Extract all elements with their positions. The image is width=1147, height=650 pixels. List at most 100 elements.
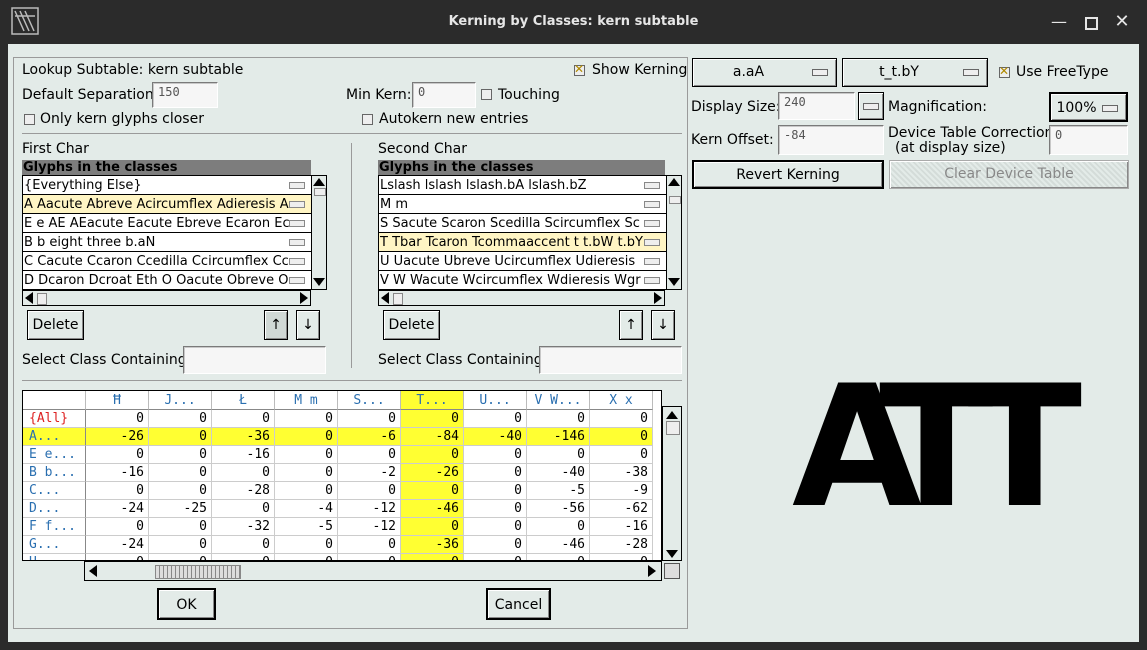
table-cell[interactable]: 0 (401, 446, 464, 464)
list-item[interactable]: C Cacute Ccaron Ccedilla Ccircumflex Cc (23, 252, 311, 271)
table-cell[interactable]: 0 (275, 410, 338, 428)
table-cell[interactable]: 0 (86, 446, 149, 464)
first-delete-button[interactable]: Delete (27, 310, 84, 340)
list-item[interactable]: {Everything Else} (23, 176, 311, 195)
table-cell[interactable]: 0 (464, 410, 527, 428)
second-glyph-dropdown[interactable]: t_t.bY (842, 58, 988, 87)
table-cell[interactable]: 0 (149, 446, 212, 464)
table-cell[interactable]: -40 (527, 464, 590, 482)
table-cell[interactable]: 0 (149, 518, 212, 536)
minimize-icon[interactable]: — (1049, 12, 1069, 32)
table-cell[interactable]: -36 (212, 428, 275, 446)
list-item[interactable]: M m (379, 195, 666, 214)
clear-device-table-button[interactable]: Clear Device Table (889, 160, 1129, 189)
scroll-thumb[interactable] (155, 565, 241, 579)
column-header[interactable]: M m (275, 391, 338, 410)
kern-offset-input[interactable]: -84 (778, 125, 884, 155)
table-cell[interactable]: 0 (212, 500, 275, 518)
table-cell[interactable]: 0 (527, 518, 590, 536)
min-kern-input[interactable]: 0 (412, 82, 476, 108)
table-cell[interactable]: 0 (464, 554, 527, 560)
kern-table-hscrollbar[interactable] (84, 561, 662, 581)
table-cell[interactable]: 0 (590, 410, 653, 428)
list-item[interactable]: T Tbar Tcaron Tcommaaccent t t.bW t.bY (379, 233, 666, 252)
table-cell[interactable]: 0 (149, 482, 212, 500)
table-cell[interactable]: 0 (464, 500, 527, 518)
table-cell[interactable]: -26 (401, 464, 464, 482)
table-cell[interactable]: -56 (527, 500, 590, 518)
table-cell[interactable]: 0 (149, 428, 212, 446)
table-cell[interactable]: -12 (338, 518, 401, 536)
table-cell[interactable]: -5 (275, 518, 338, 536)
table-cell[interactable]: 0 (464, 464, 527, 482)
table-cell[interactable]: 0 (275, 464, 338, 482)
table-cell[interactable]: 0 (527, 410, 590, 428)
table-cell[interactable]: 0 (149, 554, 212, 560)
table-cell[interactable]: 0 (338, 554, 401, 560)
row-header[interactable]: H... (23, 554, 86, 560)
table-cell[interactable]: -6 (338, 428, 401, 446)
second-select-input[interactable] (539, 346, 682, 374)
device-table-input[interactable]: 0 (1049, 125, 1128, 155)
table-cell[interactable]: 0 (464, 536, 527, 554)
table-cell[interactable]: -16 (86, 464, 149, 482)
table-cell[interactable]: -5 (527, 482, 590, 500)
table-cell[interactable]: -46 (527, 536, 590, 554)
table-cell[interactable]: -2 (338, 464, 401, 482)
table-cell[interactable]: -62 (590, 500, 653, 518)
table-cell[interactable]: -38 (590, 464, 653, 482)
second-list-hscrollbar[interactable] (378, 290, 665, 306)
touching-checkbox[interactable] (481, 89, 492, 100)
list-item[interactable]: B b eight three b.aN (23, 233, 311, 252)
first-list-hscrollbar[interactable] (22, 290, 311, 306)
table-cell[interactable]: 0 (590, 446, 653, 464)
row-header[interactable]: D... (23, 500, 86, 518)
table-cell[interactable]: -24 (86, 500, 149, 518)
row-header[interactable]: E e... (23, 446, 86, 464)
table-cell[interactable]: 0 (401, 554, 464, 560)
use-freetype-checkbox[interactable] (999, 64, 1010, 78)
table-cell[interactable]: 0 (464, 518, 527, 536)
table-cell[interactable]: 0 (275, 446, 338, 464)
kern-offset-table[interactable]: Ħ J... Ł M m S... T... U... V W... X x {All} 0 0 0 0 0… (22, 390, 662, 561)
list-item[interactable]: A Aacute Abreve Acircumflex Adieresis A (23, 195, 311, 214)
table-cell[interactable]: -28 (590, 536, 653, 554)
second-move-up-button[interactable]: ↑ (619, 310, 643, 340)
display-size-input[interactable]: 240 (778, 92, 855, 120)
first-glyph-dropdown[interactable]: a.aA (692, 58, 837, 87)
table-cell[interactable]: -84 (401, 428, 464, 446)
table-cell[interactable]: 0 (338, 536, 401, 554)
table-cell[interactable]: 0 (590, 554, 653, 560)
column-header[interactable]: U... (464, 391, 527, 410)
list-item[interactable]: V W Wacute Wcircumflex Wdieresis Wgr (379, 271, 666, 289)
revert-kerning-button[interactable]: Revert Kerning (692, 160, 884, 189)
table-cell[interactable]: -25 (149, 500, 212, 518)
column-header[interactable]: Ħ (86, 391, 149, 410)
row-header[interactable]: F f... (23, 518, 86, 536)
row-header[interactable]: {All} (23, 410, 86, 428)
table-cell[interactable]: -26 (86, 428, 149, 446)
list-item[interactable]: S Sacute Scaron Scedilla Scircumflex Sc (379, 214, 666, 233)
maximize-icon[interactable] (1080, 12, 1100, 32)
table-cell[interactable]: -4 (275, 500, 338, 518)
list-item[interactable]: Lslash lslash lslash.bA lslash.bZ (379, 176, 666, 195)
list-item[interactable]: U Uacute Ubreve Ucircumflex Udieresis (379, 252, 666, 271)
table-cell[interactable]: 0 (86, 410, 149, 428)
table-cell[interactable]: 0 (275, 554, 338, 560)
table-cell[interactable]: -24 (86, 536, 149, 554)
table-cell[interactable]: -146 (527, 428, 590, 446)
list-item[interactable]: E e AE AEacute Eacute Ebreve Ecaron Ec (23, 214, 311, 233)
table-cell[interactable]: -16 (212, 446, 275, 464)
row-header[interactable]: C... (23, 482, 86, 500)
first-list-vscrollbar[interactable] (311, 176, 326, 289)
table-cell[interactable]: -12 (338, 500, 401, 518)
row-header[interactable]: G... (23, 536, 86, 554)
column-header[interactable]: S... (338, 391, 401, 410)
table-cell[interactable]: 0 (401, 518, 464, 536)
first-move-up-button[interactable]: ↑ (264, 310, 288, 340)
table-cell[interactable]: -9 (590, 482, 653, 500)
table-cell[interactable]: 0 (212, 410, 275, 428)
table-cell[interactable]: 0 (149, 410, 212, 428)
second-class-list[interactable]: Lslash lslash lslash.bA lslash.bZ M m S … (378, 175, 682, 290)
table-cell[interactable]: 0 (338, 446, 401, 464)
